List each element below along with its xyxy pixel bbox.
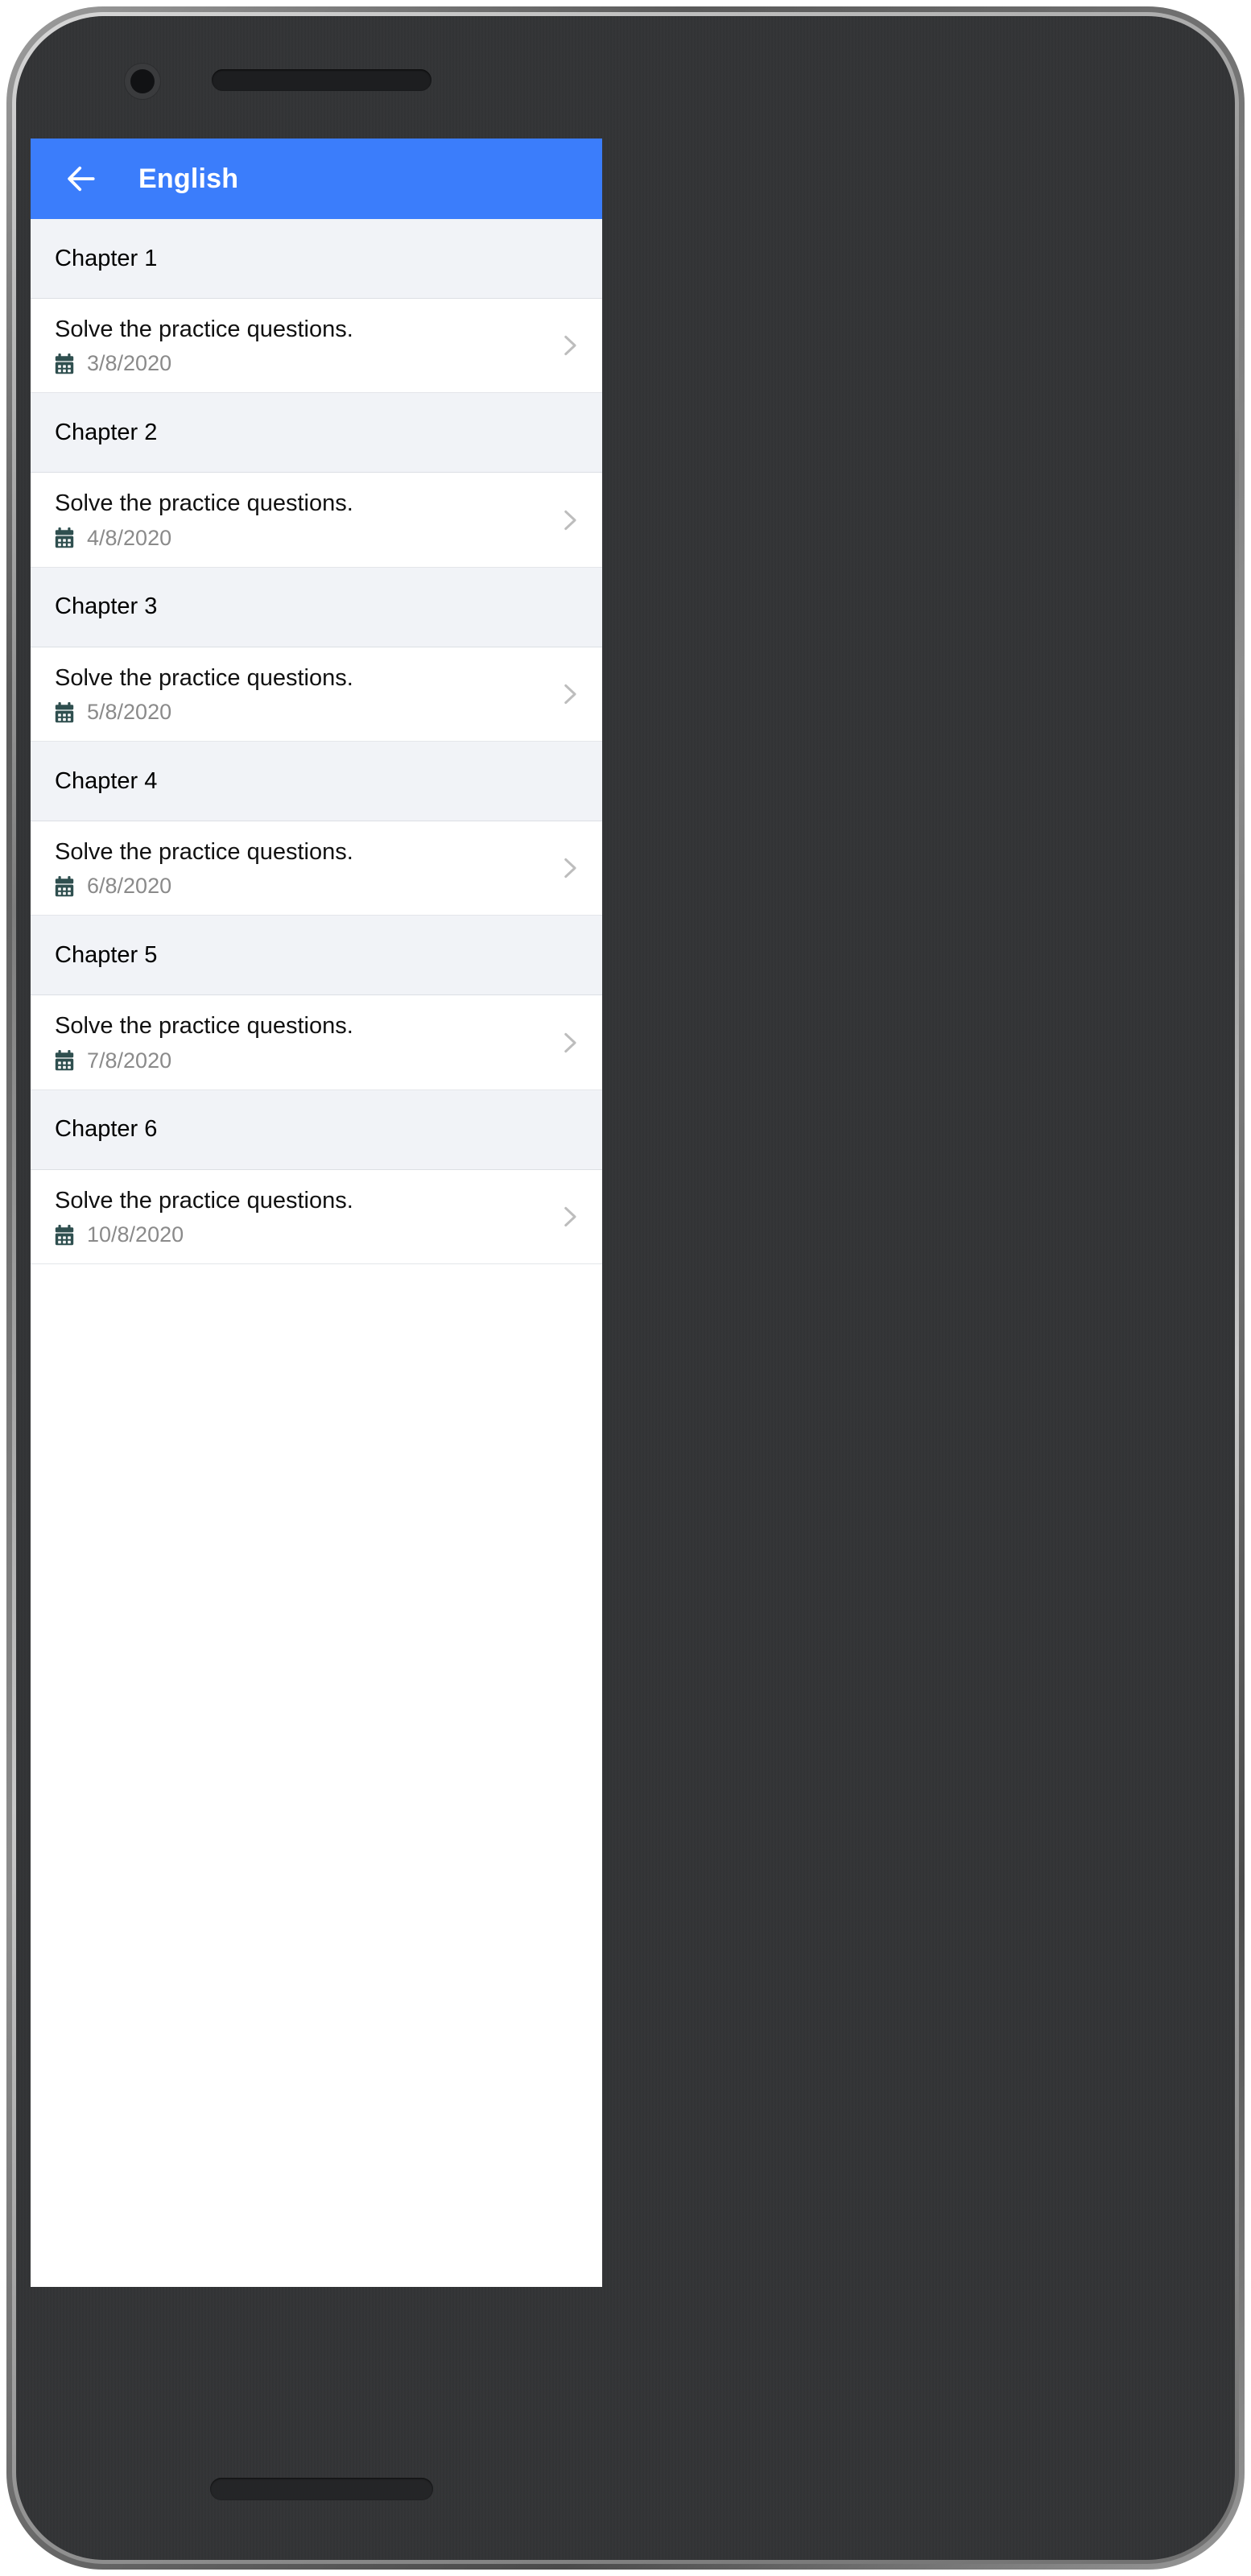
lesson-row-content: Solve the practice questions. 4/8/2020 — [55, 490, 543, 548]
calendar-icon — [55, 875, 74, 897]
lesson-meta: 10/8/2020 — [55, 1224, 543, 1246]
chevron-right-icon[interactable] — [543, 1029, 583, 1056]
earpiece-speaker-icon — [212, 69, 431, 91]
calendar-icon — [55, 1050, 74, 1071]
arrow-left-icon — [64, 161, 99, 196]
chapter-header-label: Chapter 6 — [55, 1116, 158, 1143]
chapter-header-label: Chapter 1 — [55, 245, 158, 271]
lesson-row[interactable]: Solve the practice questions. 5/8/2020 — [31, 647, 602, 742]
lesson-title: Solve the practice questions. — [55, 1187, 353, 1214]
phone-body: English Chapter 1 Solve the practice que… — [16, 16, 1235, 2560]
phone-screen: English Chapter 1 Solve the practice que… — [31, 139, 602, 2287]
chapter-header-label: Chapter 4 — [55, 767, 158, 794]
chapter-header: Chapter 4 — [31, 742, 602, 822]
lesson-title: Solve the practice questions. — [55, 839, 353, 866]
app-bar: English — [31, 139, 602, 219]
lesson-title: Solve the practice questions. — [55, 316, 353, 342]
chapter-header: Chapter 2 — [31, 393, 602, 473]
lesson-row[interactable]: Solve the practice questions. 3/8/2020 — [31, 299, 602, 394]
lesson-row-content: Solve the practice questions. 3/8/2020 — [55, 316, 543, 374]
chapter-header: Chapter 3 — [31, 567, 602, 647]
chevron-right-icon[interactable] — [543, 1203, 583, 1230]
lesson-date: 4/8/2020 — [87, 525, 172, 550]
chapter-header-label: Chapter 3 — [55, 593, 158, 620]
lesson-date: 3/8/2020 — [87, 351, 172, 376]
calendar-icon — [55, 1224, 74, 1246]
lesson-row-content: Solve the practice questions. 5/8/2020 — [55, 665, 543, 723]
lesson-meta: 4/8/2020 — [55, 527, 543, 549]
lesson-row-content: Solve the practice questions. 10/8/2020 — [55, 1188, 543, 1246]
chevron-right-icon[interactable] — [543, 332, 583, 359]
lesson-meta: 3/8/2020 — [55, 353, 543, 374]
calendar-icon — [55, 353, 74, 374]
phone-mockup-frame: English Chapter 1 Solve the practice que… — [6, 6, 1245, 2570]
phone-bezel: English Chapter 1 Solve the practice que… — [12, 12, 1239, 2564]
lesson-date: 7/8/2020 — [87, 1048, 172, 1073]
lesson-meta: 5/8/2020 — [55, 701, 543, 723]
front-camera-icon — [130, 69, 155, 93]
lesson-title: Solve the practice questions. — [55, 1013, 353, 1040]
lesson-row-content: Solve the practice questions. 6/8/2020 — [55, 839, 543, 897]
lesson-list: Chapter 1 Solve the practice questions. … — [31, 219, 602, 1265]
lesson-date: 5/8/2020 — [87, 700, 172, 725]
lesson-date: 10/8/2020 — [87, 1222, 184, 1247]
lesson-date: 6/8/2020 — [87, 874, 172, 899]
chapter-header-label: Chapter 2 — [55, 419, 158, 445]
home-indicator-icon — [210, 2478, 433, 2500]
chapter-header: Chapter 6 — [31, 1090, 602, 1170]
chapter-header: Chapter 5 — [31, 916, 602, 996]
lesson-title: Solve the practice questions. — [55, 490, 353, 517]
chevron-right-icon[interactable] — [543, 680, 583, 708]
chapter-header-label: Chapter 5 — [55, 941, 158, 968]
lesson-meta: 6/8/2020 — [55, 875, 543, 897]
chapter-header: Chapter 1 — [31, 219, 602, 299]
chevron-right-icon[interactable] — [543, 854, 583, 882]
lesson-row-content: Solve the practice questions. 7/8/2020 — [55, 1013, 543, 1071]
lesson-row[interactable]: Solve the practice questions. 10/8/2020 — [31, 1169, 602, 1265]
chevron-right-icon[interactable] — [543, 507, 583, 534]
calendar-icon — [55, 527, 74, 548]
lesson-row[interactable]: Solve the practice questions. 4/8/2020 — [31, 473, 602, 568]
back-button[interactable] — [60, 157, 103, 201]
lesson-title: Solve the practice questions. — [55, 664, 353, 691]
lesson-meta: 7/8/2020 — [55, 1048, 543, 1073]
lesson-row[interactable]: Solve the practice questions. 6/8/2020 — [31, 821, 602, 916]
calendar-icon — [55, 701, 74, 723]
page-title: English — [138, 163, 239, 194]
lesson-row[interactable]: Solve the practice questions. 7/8/2020 — [31, 995, 602, 1090]
